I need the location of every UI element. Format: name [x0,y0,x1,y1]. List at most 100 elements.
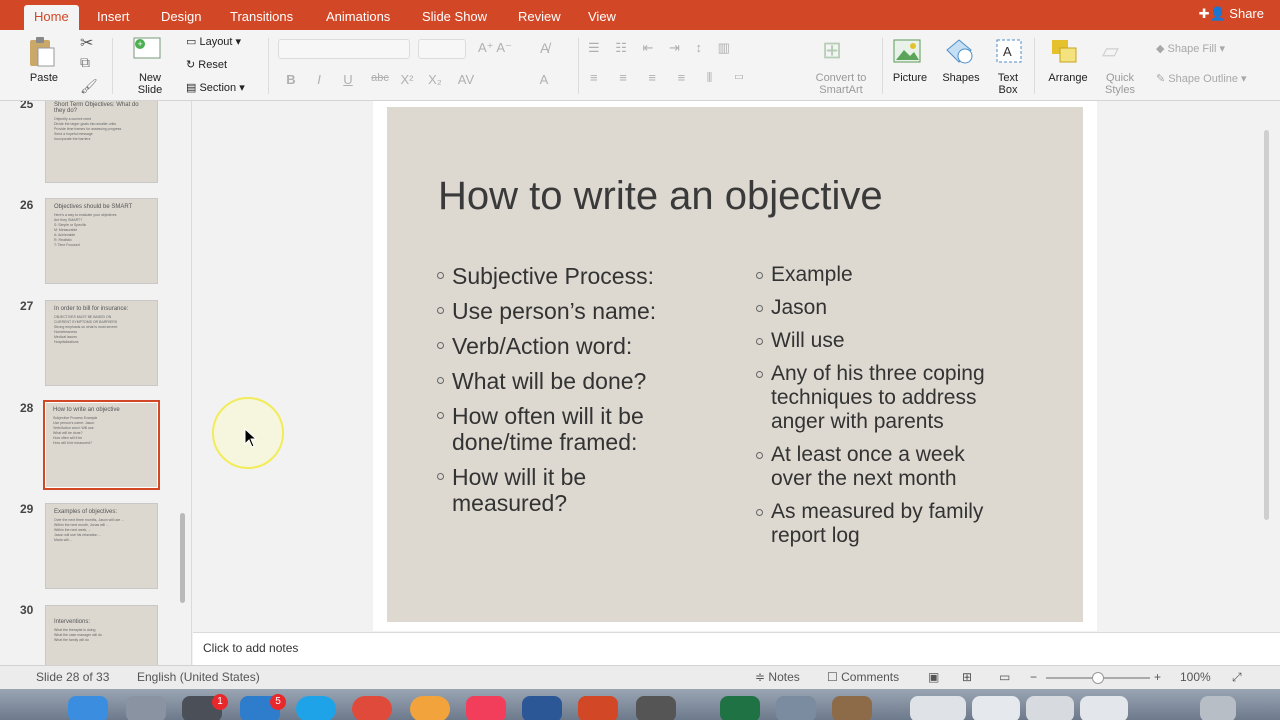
zoom-in-icon[interactable]: + [1154,670,1161,684]
align-icons[interactable]: ≡ ≡ ≡ ≡ ⫴ ▭ [590,70,753,86]
language-indicator[interactable]: English (United States) [137,670,260,684]
notes-toggle[interactable]: ≑ Notes [755,670,800,684]
calculator-icon[interactable] [636,696,676,720]
font-family-dropdown[interactable] [278,39,410,59]
slide-sorter-icon[interactable]: ⊞ [962,670,972,684]
preview-icon[interactable] [832,696,872,720]
layout-button[interactable]: ▭ Layout ▾ [186,35,241,48]
shape-outline-button[interactable]: ✎ Shape Outline ▾ [1156,72,1247,85]
slide-thumbnail[interactable]: Short Term Objectives: What do they do? … [45,101,158,183]
right-content-placeholder[interactable]: Example Jason Will use Any of his three … [756,263,1031,557]
fit-to-window-icon[interactable]: ⤢ [1232,670,1242,685]
ribbon-divider [268,38,269,94]
reading-view-icon[interactable]: ▭ [999,670,1010,684]
bullet-item: At least once a week over the next month [756,443,1006,491]
tab-review[interactable]: Review [508,5,571,30]
list-icons[interactable]: ☰ ☷ ⇤ ⇥ ↕ ▥ [588,40,736,56]
copy-icon[interactable]: ⧉ [80,54,90,71]
minimized-window[interactable] [972,696,1020,720]
slide-thumbnail-selected[interactable]: How to write an objective Subjective Pro… [43,400,160,490]
format-painter-icon[interactable]: 🖌 [80,78,98,95]
new-slide-label[interactable]: New Slide [128,72,172,96]
launchpad-icon[interactable] [126,696,166,720]
convert-smartart-label[interactable]: Convert to SmartArt [806,72,876,96]
system-preferences-icon[interactable]: 1 [182,694,228,720]
share-button[interactable]: ✚👤 Share [1199,6,1264,22]
minimized-window[interactable] [1080,696,1128,720]
tab-view[interactable]: View [578,5,626,30]
current-slide[interactable]: How to write an objective Subjective Pro… [387,107,1083,622]
strikethrough-button[interactable]: abc [367,72,393,84]
slide-thumbnail[interactable]: In order to bill for insurance: OBJECTIV… [45,300,158,386]
macos-dock: 1 5 [0,689,1280,720]
tab-slide-show[interactable]: Slide Show [412,5,497,30]
comments-toggle[interactable]: ☐ Comments [827,670,899,684]
arrange-icon[interactable] [1050,38,1080,71]
smartart-icon[interactable]: ⊞ [822,36,842,65]
left-content-placeholder[interactable]: Subjective Process: Use person’s name: V… [437,263,717,525]
tab-transitions[interactable]: Transitions [220,5,303,30]
cut-icon[interactable]: ✂ [80,33,93,53]
reset-button[interactable]: ↻ Reset [186,58,227,71]
chrome-icon[interactable] [352,696,392,720]
character-spacing-button[interactable]: AV [453,72,479,87]
zoom-slider[interactable] [1046,672,1150,684]
slide-thumbnail[interactable]: Objectives should be SMART Here's a way … [45,198,158,284]
add-person-icon: ✚👤 [1198,6,1226,21]
tab-animations[interactable]: Animations [316,5,400,30]
app-icon[interactable] [776,696,816,720]
powerpoint-icon[interactable] [578,696,618,720]
notes-pane[interactable]: Click to add notes [193,632,1280,665]
paste-icon[interactable] [26,36,56,68]
thumbnail-scrollbar[interactable] [180,513,185,603]
increase-font-icon[interactable]: A⁺ A⁻ [478,40,512,56]
slide-title[interactable]: How to write an objective [438,174,883,219]
word-icon[interactable] [522,696,562,720]
underline-button[interactable]: U [337,72,359,87]
tab-insert[interactable]: Insert [87,5,140,30]
zoom-level[interactable]: 100% [1180,670,1211,684]
picture-icon[interactable] [893,38,921,69]
mouse-pointer-icon [244,427,258,453]
shapes-label[interactable]: Shapes [938,72,984,84]
text-box-icon[interactable]: A [995,38,1023,69]
tab-design[interactable]: Design [151,5,211,30]
clear-format-icon[interactable]: A̸ [540,40,549,56]
minimized-window[interactable] [1026,696,1074,720]
zoom-slider-thumb[interactable] [1092,672,1104,684]
quick-styles-label[interactable]: Quick Styles [1098,72,1142,96]
paste-label[interactable]: Paste [22,72,66,84]
arrange-label[interactable]: Arrange [1043,72,1093,84]
photos-icon[interactable] [410,696,450,720]
tab-home[interactable]: Home [24,5,79,30]
bold-button[interactable]: B [280,72,302,87]
normal-view-icon[interactable]: ▣ [928,670,939,684]
quick-styles-icon[interactable]: ▱ [1102,38,1119,64]
section-button[interactable]: ▤ Section ▾ [186,81,245,94]
superscript-button[interactable]: X² [396,72,418,87]
bullet-item: Example [756,263,1031,287]
shape-fill-button[interactable]: ◆ Shape Fill ▾ [1156,42,1225,55]
text-box-label[interactable]: Text Box [988,72,1028,96]
editor-scrollbar[interactable] [1264,130,1269,520]
notes-placeholder[interactable]: Click to add notes [203,641,298,655]
music-icon[interactable] [466,696,506,720]
bullet-item: How often will it be done/time framed: [437,403,702,455]
italic-button[interactable]: I [308,72,330,87]
safari-icon[interactable] [296,696,336,720]
minimized-window[interactable] [910,696,966,720]
font-color-button[interactable]: A [533,72,555,87]
picture-label[interactable]: Picture [886,72,934,84]
zoom-out-icon[interactable]: − [1030,670,1037,684]
new-slide-icon[interactable]: + [132,34,162,64]
excel-icon[interactable] [720,696,760,720]
subscript-button[interactable]: X₂ [424,72,446,87]
app-store-icon[interactable]: 5 [240,694,286,720]
finder-icon[interactable] [68,696,108,720]
ribbon-divider [578,38,579,94]
slide-thumbnail[interactable]: Interventions: What the therapist is doi… [45,605,158,665]
font-size-dropdown[interactable] [418,39,466,59]
slide-thumbnail[interactable]: Examples of objectives: Over the next th… [45,503,158,589]
shapes-icon[interactable] [945,38,975,71]
trash-icon[interactable] [1200,696,1236,720]
